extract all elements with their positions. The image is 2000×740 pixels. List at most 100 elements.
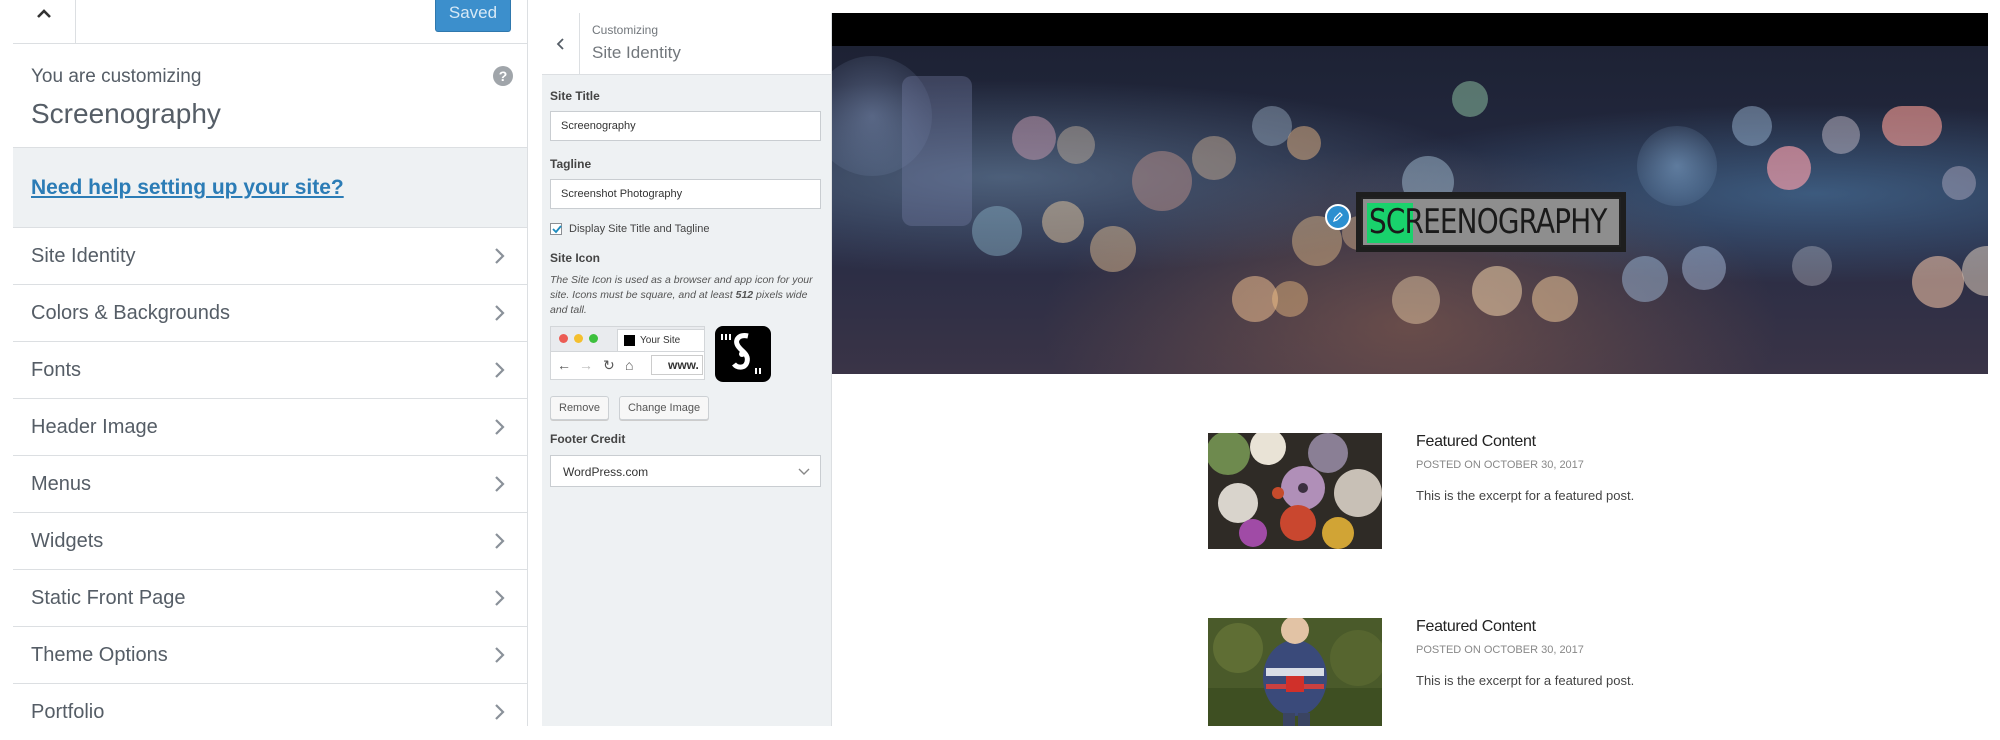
home-icon: ⌂: [625, 357, 634, 373]
chevron-right-icon: [495, 704, 505, 720]
menu-item-menus[interactable]: Menus: [13, 456, 527, 513]
back-arrow-icon: ←: [557, 357, 571, 373]
flowers-image-icon: [1208, 433, 1382, 549]
site-logo[interactable]: SCREENOGRAPHY: [1356, 192, 1626, 252]
menu-item-widgets[interactable]: Widgets: [13, 513, 527, 570]
menu-item-label: Header Image: [31, 415, 158, 438]
help-banner: Need help setting up your site?: [13, 148, 527, 228]
chevron-right-icon: [495, 419, 505, 435]
forward-arrow-icon: →: [579, 357, 593, 373]
site-icon-label: Site Icon: [550, 251, 601, 265]
saved-button[interactable]: Saved: [435, 0, 511, 32]
footer-credit-label: Footer Credit: [550, 432, 626, 446]
site-icon-logo-icon: [721, 333, 761, 374]
post-date[interactable]: POSTED ON OCTOBER 30, 2017: [1416, 459, 1584, 471]
display-title-tagline-label: Display Site Title and Tagline: [569, 223, 710, 235]
section-header: Customizing Site Identity: [542, 13, 831, 75]
menu-item-label: Widgets: [31, 529, 104, 552]
site-title-label: Site Title: [550, 89, 600, 103]
menu-item-fonts[interactable]: Fonts: [13, 342, 527, 399]
browser-tab: Your Site: [617, 329, 705, 351]
customizer-sidebar: Saved You are customizing Screenography …: [13, 0, 528, 726]
tagline-input[interactable]: Screenshot Photography: [550, 179, 821, 209]
post-excerpt: This is the excerpt for a featured post.: [1416, 673, 1635, 688]
chevron-up-icon: [37, 9, 51, 18]
post-thumbnail-child[interactable]: [1208, 618, 1382, 726]
breadcrumb: Customizing: [592, 23, 659, 37]
checkmark-icon: [552, 225, 562, 234]
chevron-right-icon: [495, 647, 505, 663]
menu-item-label: Fonts: [31, 358, 82, 381]
chevron-right-icon: [495, 362, 505, 378]
section-title: Site Identity: [592, 43, 681, 62]
menu-item-colors-backgrounds[interactable]: Colors & Backgrounds: [13, 285, 527, 342]
site-icon-actions: Remove Change Image: [550, 396, 823, 420]
remove-button[interactable]: Remove: [550, 396, 609, 420]
chevron-right-icon: [495, 305, 505, 321]
menu-item-label: Static Front Page: [31, 586, 186, 609]
menu-item-theme-options[interactable]: Theme Options: [13, 627, 527, 684]
post-title[interactable]: Featured Content: [1416, 618, 1536, 636]
pencil-icon: [1333, 212, 1343, 222]
maximize-dot-icon: [589, 334, 598, 343]
close-dot-icon: [559, 334, 568, 343]
site-name: Screenography: [31, 98, 221, 129]
post-thumbnail-flowers[interactable]: [1208, 433, 1382, 549]
minimize-dot-icon: [574, 334, 583, 343]
site-title-input[interactable]: Screenography: [550, 111, 821, 141]
footer-credit-select[interactable]: WordPress.com: [550, 455, 821, 487]
site-navigation-bar: [832, 13, 1988, 46]
site-icon-desc-size: 512: [735, 289, 754, 301]
chevron-right-icon: [495, 248, 505, 264]
collapse-button[interactable]: [13, 0, 76, 44]
help-link[interactable]: Need help setting up your site?: [31, 176, 344, 199]
chevron-down-icon: [798, 468, 810, 475]
edit-site-title-button[interactable]: [1325, 204, 1351, 230]
post-excerpt: This is the excerpt for a featured post.: [1416, 488, 1635, 503]
help-icon[interactable]: ?: [493, 66, 513, 86]
display-title-tagline-checkbox[interactable]: [550, 223, 562, 235]
site-icon-preview: Your Site ← → ↻ ⌂ www.: [550, 326, 823, 384]
menu-item-label: Menus: [31, 472, 92, 495]
post-date[interactable]: POSTED ON OCTOBER 30, 2017: [1416, 644, 1584, 656]
featured-post: Featured Content POSTED ON OCTOBER 30, 2…: [1208, 618, 1688, 726]
chevron-right-icon: [495, 533, 505, 549]
favicon-icon: [624, 335, 635, 346]
browser-preview: Your Site ← → ↻ ⌂ www.: [550, 326, 705, 380]
url-bar: www.: [651, 355, 703, 375]
url-text: www.: [668, 358, 699, 372]
footer-credit-value: WordPress.com: [563, 465, 649, 479]
post-title[interactable]: Featured Content: [1416, 433, 1536, 451]
featured-post: Featured Content POSTED ON OCTOBER 30, 2…: [1208, 433, 1688, 553]
section-body: Site Title Screenography Tagline Screens…: [542, 75, 831, 487]
menu-item-label: Colors & Backgrounds: [31, 301, 230, 324]
browser-tab-label: Your Site: [640, 335, 681, 346]
menu-item-portfolio[interactable]: Portfolio: [13, 684, 527, 726]
chevron-right-icon: [495, 590, 505, 606]
header-image: SCREENOGRAPHY: [832, 46, 1988, 374]
browser-toolbar: ← → ↻ ⌂ www.: [551, 351, 704, 379]
site-icon-description: The Site Icon is used as a browser and a…: [550, 273, 825, 318]
menu-item-header-image[interactable]: Header Image: [13, 399, 527, 456]
site-preview: SCREENOGRAPHY Featured Content POSTED ON…: [832, 13, 1988, 726]
chevron-right-icon: [495, 476, 505, 492]
change-image-button[interactable]: Change Image: [618, 396, 710, 420]
menu-item-site-identity[interactable]: Site Identity: [13, 228, 527, 285]
customizing-label: You are customizing: [31, 66, 202, 87]
tagline-label: Tagline: [550, 157, 592, 171]
site-logo-inner: SCREENOGRAPHY: [1361, 197, 1621, 247]
menu-item-label: Site Identity: [31, 244, 136, 267]
back-button[interactable]: [542, 13, 580, 75]
site-logo-text: SCREENOGRAPHY: [1369, 202, 1607, 242]
site-identity-panel: Customizing Site Identity Site Title Scr…: [542, 13, 832, 726]
display-title-tagline-row[interactable]: Display Site Title and Tagline: [550, 223, 823, 235]
child-image-icon: [1208, 618, 1382, 726]
menu-item-label: Theme Options: [31, 643, 168, 666]
chevron-left-icon: [556, 38, 564, 50]
customizer-screen: Saved You are customizing Screenography …: [0, 0, 2000, 740]
menu-item-label: Portfolio: [31, 700, 105, 723]
site-icon-image: [715, 326, 771, 382]
customizing-info: You are customizing Screenography ?: [13, 44, 527, 148]
menu-item-static-front-page[interactable]: Static Front Page: [13, 570, 527, 627]
reload-icon: ↻: [603, 357, 615, 373]
